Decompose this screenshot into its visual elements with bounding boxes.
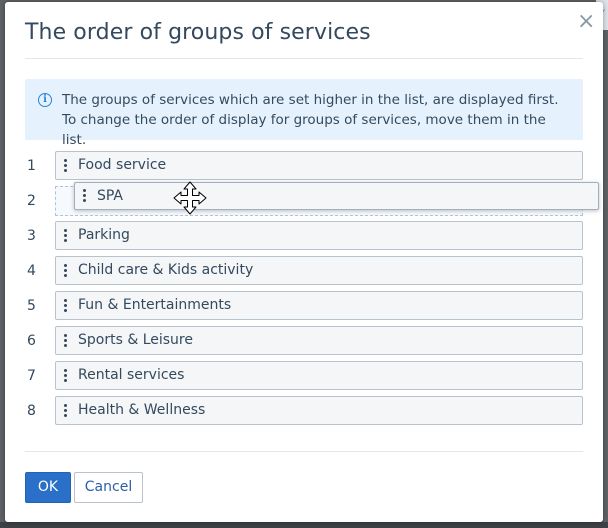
row-number: 3 — [27, 228, 36, 244]
drag-handle-icon[interactable] — [64, 264, 67, 277]
footer-divider — [25, 451, 583, 452]
info-box: i The groups of services which are set h… — [25, 79, 583, 148]
list-item-label: Health & Wellness — [78, 402, 206, 418]
close-icon[interactable]: × — [577, 11, 595, 33]
row-number: 4 — [27, 263, 36, 279]
list-item-label: Parking — [78, 227, 130, 243]
list-item-parking[interactable]: Parking — [55, 221, 583, 250]
row-number: 1 — [27, 158, 36, 174]
list-item-health-wellness[interactable]: Health & Wellness — [55, 396, 583, 425]
drag-handle-icon[interactable] — [64, 369, 67, 382]
list-item-label: Sports & Leisure — [78, 332, 193, 348]
row-number: 7 — [27, 368, 36, 384]
drag-handle-icon[interactable] — [83, 189, 86, 202]
list-item-child-care[interactable]: Child care & Kids activity — [55, 256, 583, 285]
drag-handle-icon[interactable] — [64, 159, 67, 172]
ok-button[interactable]: OK — [25, 472, 71, 503]
move-cursor-icon — [173, 181, 207, 215]
drag-handle-icon[interactable] — [64, 334, 67, 347]
cancel-button[interactable]: Cancel — [74, 472, 143, 503]
list-item-label: Child care & Kids activity — [78, 262, 254, 278]
list-item-label: Fun & Entertainments — [78, 297, 232, 313]
list-item-label: Food service — [78, 157, 167, 173]
drag-handle-icon[interactable] — [64, 299, 67, 312]
drag-handle-icon[interactable] — [64, 404, 67, 417]
list-item-label: Rental services — [78, 367, 185, 383]
list-item-fun-entertainments[interactable]: Fun & Entertainments — [55, 291, 583, 320]
header-divider — [25, 58, 583, 59]
order-dialog: The order of groups of services × i The … — [5, 2, 603, 522]
list-item-spa-dragging[interactable]: SPA — [74, 182, 599, 210]
row-number: 6 — [27, 333, 36, 349]
info-icon: i — [38, 93, 52, 107]
list-item-rental-services[interactable]: Rental services — [55, 361, 583, 390]
row-number: 2 — [27, 193, 36, 209]
dialog-title: The order of groups of services — [25, 20, 371, 45]
row-number: 8 — [27, 403, 36, 419]
list-item-label: SPA — [97, 188, 124, 204]
background-page-strip — [0, 522, 608, 528]
list-item-food-service[interactable]: Food service — [55, 151, 583, 180]
row-number: 5 — [27, 298, 36, 314]
info-text: The groups of services which are set hig… — [62, 92, 559, 148]
drag-handle-icon[interactable] — [64, 229, 67, 242]
list-item-sports-leisure[interactable]: Sports & Leisure — [55, 326, 583, 355]
